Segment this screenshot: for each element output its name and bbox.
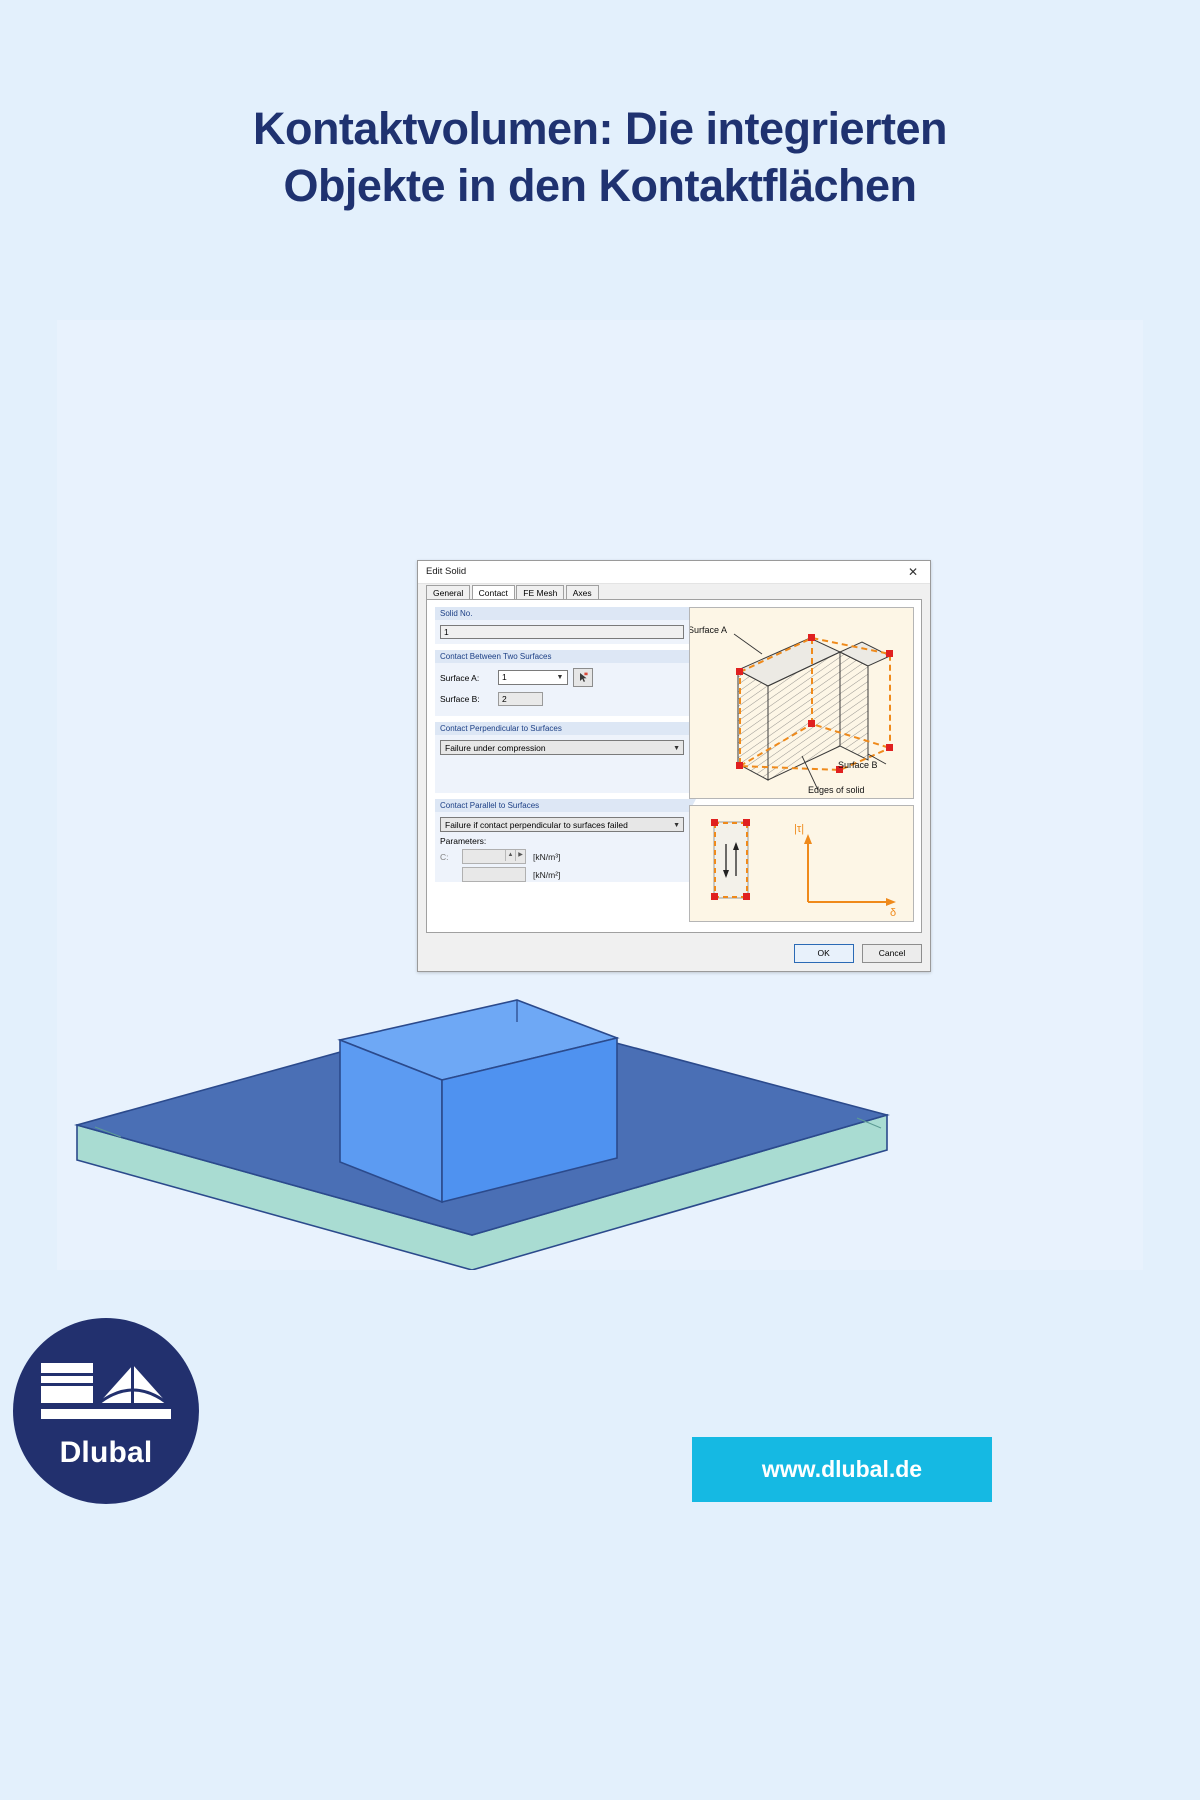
spinner-stepper[interactable]: ▲ ▶ (505, 850, 525, 861)
chevron-down-icon[interactable]: ▼ (554, 672, 566, 683)
group-contact-perpendicular-body: Failure under compression ▼ (435, 735, 689, 793)
illustration-axis-label-tau: |τ| (794, 823, 804, 835)
chevron-down-icon[interactable]: ▼ (673, 743, 680, 754)
surface-b-label: Surface B: (440, 694, 480, 704)
parameter-row-2: [kN/m²] (440, 867, 684, 882)
surface-b-row: Surface B: 2 (440, 692, 684, 706)
website-url-button[interactable]: www.dlubal.de (692, 1437, 992, 1502)
parameter-c-label: C: (440, 851, 449, 862)
illustration-contact-solid: Surface A Surface B Edges of solid (689, 607, 914, 799)
contact-parallel-value: Failure if contact perpendicular to surf… (445, 820, 628, 830)
ok-button[interactable]: OK (793, 944, 854, 963)
surface-a-value: 1 (502, 672, 507, 682)
group-contact-perpendicular-label: Contact Perpendicular to Surfaces (435, 722, 696, 735)
parameter-c-input[interactable]: ▲ ▶ (462, 849, 526, 864)
dlubal-bridge-graphic (41, 1363, 171, 1419)
parameter-c-unit: [kN/m³] (533, 851, 561, 862)
parameter-2-unit: [kN/m²] (533, 869, 561, 880)
page-title: Kontaktvolumen: Die integrierten Objekte… (0, 100, 1200, 214)
dialog-title: Edit Solid (426, 566, 467, 577)
chevron-down-icon[interactable]: ▼ (673, 820, 680, 831)
illustration-label-edges: Edges of solid (808, 785, 865, 795)
dialog-tabs[interactable]: General Contact FE Mesh Axes (426, 585, 599, 602)
close-icon[interactable]: ✕ (896, 561, 930, 583)
dlubal-logo-text: Dlubal (59, 1436, 153, 1469)
website-url-label: www.dlubal.de (761, 1456, 923, 1482)
dlubal-bridge-icon (41, 1363, 171, 1426)
group-contact-between-surfaces: Contact Between Two Surfaces Surface A: … (435, 650, 696, 716)
dialog-left-column: Solid No. 1 Contact Between Two Surfaces… (435, 607, 696, 888)
illustration-shear-diagram: |τ| δ (689, 805, 914, 922)
solid-no-input[interactable]: 1 (440, 625, 684, 639)
group-solid-no: Solid No. 1 (435, 607, 696, 644)
illustration-contact-solid-graphic: Surface A Surface B Edges of solid (690, 625, 893, 795)
page-title-line-1: Kontaktvolumen: Die integrierten (252, 103, 948, 154)
stepper-right-icon[interactable]: ▶ (515, 850, 525, 861)
illustration-axis-label-delta: δ (890, 907, 896, 919)
dlubal-logo: Dlubal (13, 1318, 199, 1504)
group-contact-parallel-body: Failure if contact perpendicular to surf… (435, 812, 689, 882)
group-solid-no-label: Solid No. (435, 607, 696, 620)
dialog-button-bar: OK Cancel (788, 944, 922, 963)
illustration-label-surface-b: Surface B (838, 760, 878, 770)
group-solid-no-body: 1 (435, 620, 689, 644)
pick-surface-icon (579, 672, 588, 682)
contact-perpendicular-value: Failure under compression (445, 743, 546, 753)
parameter-row-c: C: ▲ ▶ [kN/m³] (440, 849, 684, 864)
illustration-shear-graphic: |τ| δ (711, 819, 896, 919)
dialog-right-column: Surface A Surface B Edges of solid |τ| δ (689, 607, 914, 928)
surface-a-select[interactable]: 1 ▼ (498, 670, 568, 685)
contact-perpendicular-select[interactable]: Failure under compression ▼ (440, 740, 684, 755)
group-contact-between-label: Contact Between Two Surfaces (435, 650, 696, 663)
dialog-titlebar[interactable]: Edit Solid ✕ (418, 561, 930, 584)
stepper-up-icon[interactable]: ▲ (505, 850, 515, 861)
group-contact-parallel: Contact Parallel to Surfaces Failure if … (435, 799, 696, 882)
tab-page-contact: Solid No. 1 Contact Between Two Surfaces… (426, 599, 922, 933)
cancel-button[interactable]: Cancel (862, 944, 922, 963)
group-contact-between-body: Surface A: 1 ▼ Surface B: 2 (435, 663, 689, 716)
surface-b-input[interactable]: 2 (498, 692, 543, 706)
illustration-label-surface-a: Surface A (690, 625, 727, 635)
pick-surface-button[interactable] (573, 668, 593, 687)
page-title-line-2: Objekte in den Kontaktflächen (283, 160, 917, 211)
parameter-2-input[interactable] (462, 867, 526, 882)
edit-solid-dialog[interactable]: Edit Solid ✕ General Contact FE Mesh Axe… (417, 560, 931, 972)
parameters-label: Parameters: (440, 836, 487, 846)
group-contact-perpendicular: Contact Perpendicular to Surfaces Failur… (435, 722, 696, 793)
surface-a-label: Surface A: (440, 672, 480, 683)
contact-parallel-select[interactable]: Failure if contact perpendicular to surf… (440, 817, 684, 832)
surface-a-row: Surface A: 1 ▼ (440, 668, 684, 687)
group-contact-parallel-label: Contact Parallel to Surfaces (435, 799, 696, 812)
